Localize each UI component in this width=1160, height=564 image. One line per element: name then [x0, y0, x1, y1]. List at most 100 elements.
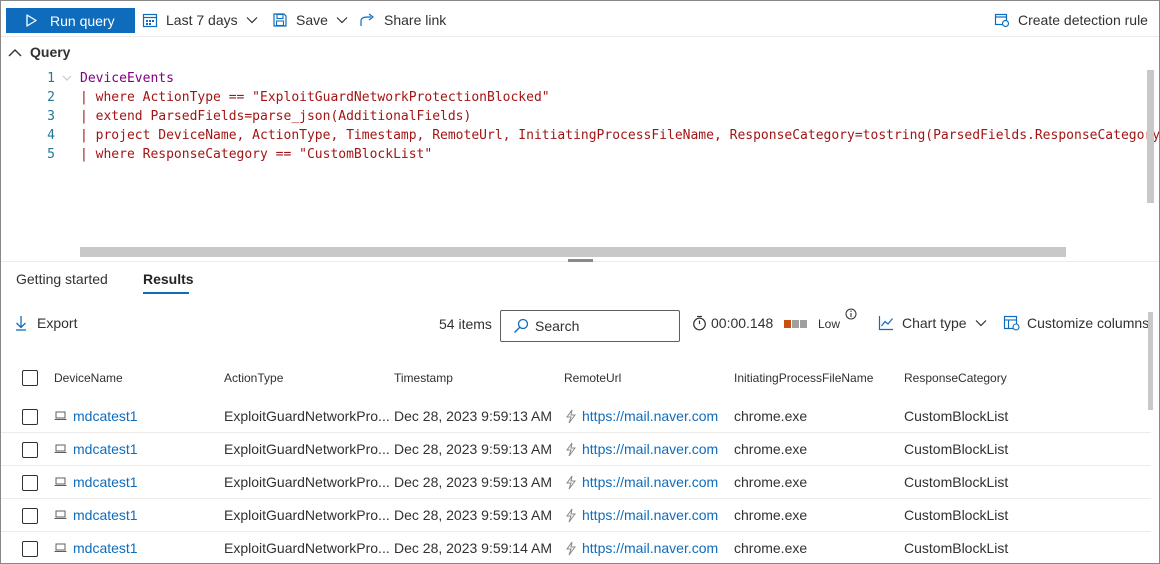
laptop-icon [54, 477, 67, 486]
export-label: Export [37, 315, 78, 331]
time-range-dropdown[interactable]: Last 7 days [142, 9, 266, 31]
share-icon [360, 13, 374, 26]
lightning-icon [566, 475, 576, 489]
remote-url-link[interactable]: https://mail.naver.com [582, 408, 718, 424]
row-checkbox[interactable] [22, 442, 38, 458]
device-name-link[interactable]: mdcatest1 [73, 474, 138, 490]
process-file-cell: chrome.exe [734, 540, 808, 556]
select-all-checkbox[interactable] [22, 370, 38, 386]
query-section-toggle[interactable]: Query [8, 44, 70, 60]
row-checkbox[interactable] [22, 475, 38, 491]
chart-type-dropdown[interactable]: Chart type [878, 315, 995, 331]
code-line: DeviceEvents [80, 71, 174, 86]
results-table-header: DeviceName ActionType Timestamp RemoteUr… [1, 361, 1151, 397]
usage-bar-empty [792, 320, 799, 328]
response-category-cell: CustomBlockList [904, 408, 1009, 424]
code-line: | where ActionType == "ExploitGuardNetwo… [80, 90, 550, 105]
device-cell: mdcatest1 [54, 441, 138, 457]
create-detection-rule-label: Create detection rule [1018, 12, 1148, 28]
query-duration: 00:00.148 [692, 315, 773, 331]
stopwatch-icon [693, 315, 706, 331]
fold-chevron-icon[interactable] [62, 75, 72, 82]
table-row[interactable]: mdcatest1 ExploitGuardNetworkPro... Dec 28… [1, 466, 1151, 499]
chevron-down-icon [336, 17, 348, 24]
editor-horizontal-scrollbar[interactable] [80, 247, 1066, 257]
device-name-link[interactable]: mdcatest1 [73, 540, 138, 556]
tab-results[interactable]: Results [143, 271, 194, 287]
search-input[interactable] [535, 318, 675, 334]
customize-columns-button[interactable]: Customize columns [1003, 315, 1149, 331]
editor-vertical-scrollbar[interactable] [1147, 70, 1154, 203]
column-header[interactable]: DeviceName [54, 371, 123, 385]
advanced-hunting-window: Run query Last 7 days Save Share link Cr… [0, 0, 1160, 564]
chart-type-label: Chart type [902, 315, 967, 331]
lightning-icon [566, 508, 576, 522]
chevron-down-icon [975, 320, 987, 327]
row-checkbox[interactable] [22, 409, 38, 425]
remote-url-link[interactable]: https://mail.naver.com [582, 474, 718, 490]
info-icon[interactable] [845, 308, 857, 320]
table-row[interactable]: mdcatest1 ExploitGuardNetworkPro... Dec 28… [1, 433, 1151, 466]
usage-level-label: Low [818, 317, 841, 331]
row-checkbox[interactable] [22, 541, 38, 557]
device-name-link[interactable]: mdcatest1 [73, 507, 138, 523]
column-header[interactable]: ActionType [224, 371, 283, 385]
line-number: 4 [47, 128, 55, 143]
save-dropdown[interactable]: Save [272, 9, 356, 31]
table-row[interactable]: mdcatest1 ExploitGuardNetworkPro... Dec 28… [1, 532, 1151, 563]
device-cell: mdcatest1 [54, 507, 138, 523]
share-link-label: Share link [384, 12, 447, 28]
share-link-button[interactable]: Share link [359, 9, 446, 31]
lightning-icon [566, 442, 576, 456]
process-file-cell: chrome.exe [734, 474, 808, 490]
results-vertical-scrollbar[interactable] [1148, 312, 1153, 410]
remote-url-cell: https://mail.naver.com [564, 441, 718, 457]
usage-bar-filled [784, 320, 791, 328]
query-editor[interactable]: 1 2 3 4 5 DeviceEvents | where ActionTyp… [1, 67, 1159, 259]
code-line: | project DeviceName, ActionType, Timest… [80, 128, 1160, 143]
results-search-box[interactable] [500, 310, 680, 342]
chevron-down-icon [246, 17, 258, 24]
tab-getting-started[interactable]: Getting started [16, 271, 108, 287]
remote-url-link[interactable]: https://mail.naver.com [582, 507, 718, 523]
column-header[interactable]: RemoteUrl [564, 371, 621, 385]
save-icon [273, 13, 287, 27]
response-category-cell: CustomBlockList [904, 474, 1009, 490]
lightning-icon [566, 541, 576, 555]
device-name-link[interactable]: mdcatest1 [73, 408, 138, 424]
table-row[interactable]: mdcatest1 ExploitGuardNetworkPro... Dec 28… [1, 499, 1151, 532]
column-header[interactable]: ResponseCategory [904, 371, 1007, 385]
export-button[interactable]: Export [15, 315, 77, 331]
line-number: 5 [47, 147, 55, 162]
table-row[interactable]: mdcatest1 ExploitGuardNetworkPro... Dec 28… [1, 400, 1151, 433]
search-icon [514, 318, 529, 333]
device-cell: mdcatest1 [54, 474, 138, 490]
code-line: | extend ParsedFields=parse_json(Additio… [80, 109, 472, 124]
query-toolbar: Run query Last 7 days Save Share link Cr… [1, 1, 1159, 37]
active-tab-indicator [143, 292, 189, 294]
timestamp-cell: Dec 28, 2023 9:59:13 AM [394, 408, 552, 424]
customize-columns-label: Customize columns [1027, 315, 1150, 331]
column-header[interactable]: InitiatingProcessFileName [734, 371, 873, 385]
remote-url-link[interactable]: https://mail.naver.com [582, 540, 718, 556]
action-type-cell: ExploitGuardNetworkPro... [224, 474, 390, 490]
laptop-icon [54, 444, 67, 453]
run-query-button[interactable]: Run query [6, 8, 135, 33]
laptop-icon [54, 411, 67, 420]
line-chart-icon [878, 316, 893, 331]
action-type-cell: ExploitGuardNetworkPro... [224, 540, 390, 556]
pane-resize-handle[interactable] [568, 259, 593, 262]
remote-url-cell: https://mail.naver.com [564, 540, 718, 556]
laptop-icon [54, 543, 67, 552]
timestamp-cell: Dec 28, 2023 9:59:13 AM [394, 441, 552, 457]
response-category-cell: CustomBlockList [904, 507, 1009, 523]
calendar-icon [142, 13, 158, 28]
device-name-link[interactable]: mdcatest1 [73, 441, 138, 457]
row-checkbox[interactable] [22, 508, 38, 524]
remote-url-link[interactable]: https://mail.naver.com [582, 441, 718, 457]
create-detection-rule-button[interactable]: Create detection rule [994, 9, 1148, 31]
column-header[interactable]: Timestamp [394, 371, 453, 385]
remote-url-cell: https://mail.naver.com [564, 507, 718, 523]
usage-bar-empty [800, 320, 807, 328]
line-number: 1 [47, 71, 55, 86]
